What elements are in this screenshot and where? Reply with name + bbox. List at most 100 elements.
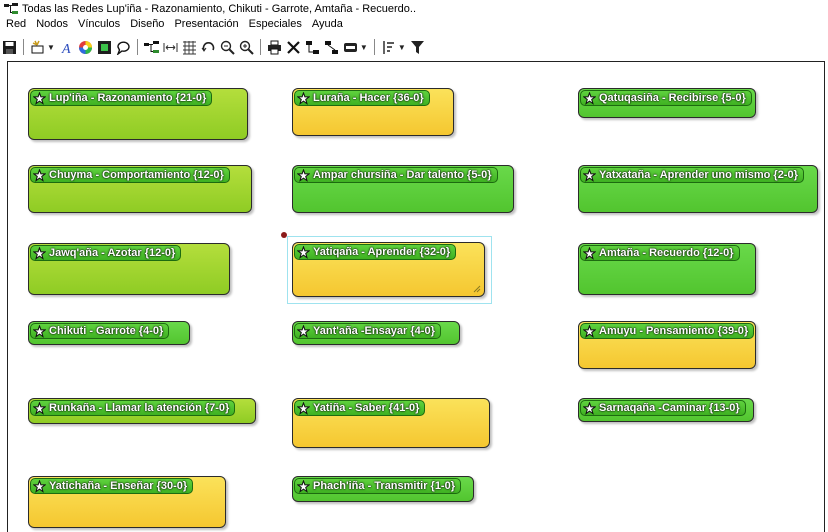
toolbar-separator xyxy=(259,39,261,55)
node-label-text: Qatuqasiña - Recibirse {5-0} xyxy=(599,92,746,104)
color-box-icon[interactable] xyxy=(96,39,113,56)
window-title: Todas las Redes Lup'iña - Razonamiento, … xyxy=(22,2,417,15)
node-label: Yant'aña -Ensayar {4-0} xyxy=(294,323,441,339)
node-star-icon xyxy=(297,324,310,338)
node-star-icon xyxy=(583,401,596,415)
node-label: Qatuqasiña - Recibirse {5-0} xyxy=(580,90,752,106)
node-label: Sarnaqaña -Caminar {13-0} xyxy=(580,400,746,416)
menu-ayuda[interactable]: Ayuda xyxy=(306,18,347,34)
node-lupina[interactable]: Lup'iña - Razonamiento {21-0} xyxy=(28,88,248,140)
print-icon[interactable] xyxy=(266,39,283,56)
node-jawqana[interactable]: Jawq'aña - Azotar {12-0} xyxy=(28,243,230,295)
menu-red[interactable]: Red xyxy=(0,18,30,34)
node-label-text: Phach'iña - Transmitir {1-0} xyxy=(313,480,455,492)
toolbar-separator xyxy=(136,39,138,55)
node-label: Chuyma - Comportamiento {12-0} xyxy=(30,167,230,183)
layout-alt-icon[interactable] xyxy=(323,39,340,56)
menu-vinculos[interactable]: Vínculos xyxy=(72,18,124,34)
node-label: Lup'iña - Razonamiento {21-0} xyxy=(30,90,213,106)
node-phachina[interactable]: Phach'iña - Transmitir {1-0} xyxy=(292,476,474,502)
node-label-text: Yant'aña -Ensayar {4-0} xyxy=(313,325,435,337)
menu-especiales[interactable]: Especiales xyxy=(243,18,306,34)
color-wheel-icon[interactable] xyxy=(77,39,94,56)
layout-icon[interactable] xyxy=(304,39,321,56)
node-sarnaqana[interactable]: Sarnaqaña -Caminar {13-0} xyxy=(578,398,754,422)
sort-icon[interactable] xyxy=(380,39,397,56)
node-label-text: Yatxataña - Aprender uno mismo {2-0} xyxy=(599,169,798,181)
node-label-text: Amtaña - Recuerdo {12-0} xyxy=(599,247,734,259)
node-label: Yatiña - Saber {41-0} xyxy=(294,400,426,416)
menu-presentacion[interactable]: Presentación xyxy=(168,18,242,34)
node-yantana[interactable]: Yant'aña -Ensayar {4-0} xyxy=(292,321,460,345)
zoom-out-icon[interactable] xyxy=(219,39,236,56)
filter-icon[interactable] xyxy=(409,39,426,56)
node-star-icon xyxy=(33,324,46,338)
font-icon[interactable]: A xyxy=(58,39,75,56)
delete-icon[interactable] xyxy=(285,39,302,56)
new-node-icon[interactable] xyxy=(29,39,46,56)
undo-icon[interactable] xyxy=(200,39,217,56)
comment-icon[interactable] xyxy=(115,39,132,56)
chevron-down-icon[interactable]: ▼ xyxy=(360,43,368,52)
node-yatina[interactable]: Yatiña - Saber {41-0} xyxy=(292,398,490,448)
node-label: Amtaña - Recuerdo {12-0} xyxy=(580,245,740,261)
fit-width-icon[interactable] xyxy=(162,39,179,56)
node-label: Yatiqaña - Aprender {32-0} xyxy=(294,244,457,260)
node-label: Yatichaña - Enseñar {30-0} xyxy=(30,478,194,494)
node-ampar-chursina[interactable]: Ampar chursiña - Dar talento {5-0} xyxy=(292,165,514,213)
node-label: Ampar chursiña - Dar talento {5-0} xyxy=(294,167,498,183)
node-star-icon xyxy=(583,324,596,338)
node-yatiqana[interactable]: Yatiqaña - Aprender {32-0} xyxy=(292,242,485,297)
node-label-text: Luraña - Hacer {36-0} xyxy=(313,92,424,104)
node-star-icon xyxy=(33,401,46,415)
node-label-text: Sarnaqaña -Caminar {13-0} xyxy=(599,402,740,414)
node-yatxatana[interactable]: Yatxataña - Aprender uno mismo {2-0} xyxy=(578,165,818,213)
menu-diseno[interactable]: Diseño xyxy=(124,18,168,34)
node-label-text: Runkaña - Llamar la atención {7-0} xyxy=(49,402,230,414)
node-label-text: Chuyma - Comportamiento {12-0} xyxy=(49,169,224,181)
node-label-text: Ampar chursiña - Dar talento {5-0} xyxy=(313,169,492,181)
node-star-icon xyxy=(583,246,596,260)
node-amuyu[interactable]: Amuyu - Pensamiento {39-0} xyxy=(578,321,756,369)
node-label: Yatxataña - Aprender uno mismo {2-0} xyxy=(580,167,804,183)
card-icon[interactable] xyxy=(342,39,359,56)
anchor-dot xyxy=(281,232,287,238)
node-label-text: Yatiña - Saber {41-0} xyxy=(313,402,420,414)
node-star-icon xyxy=(297,91,310,105)
node-amtana[interactable]: Amtaña - Recuerdo {12-0} xyxy=(578,243,756,295)
node-star-icon xyxy=(33,168,46,182)
node-chuyma[interactable]: Chuyma - Comportamiento {12-0} xyxy=(28,165,252,213)
node-yatichana[interactable]: Yatichaña - Enseñar {30-0} xyxy=(28,476,226,528)
node-label: Luraña - Hacer {36-0} xyxy=(294,90,430,106)
node-label-text: Yatiqaña - Aprender {32-0} xyxy=(313,246,451,258)
title-bar: Todas las Redes Lup'iña - Razonamiento, … xyxy=(0,0,828,17)
chevron-down-icon[interactable]: ▼ xyxy=(47,43,55,52)
network-app-icon xyxy=(4,2,18,14)
node-label: Jawq'aña - Azotar {12-0} xyxy=(30,245,182,261)
resize-grip-icon[interactable] xyxy=(473,285,481,293)
node-qatuqasina[interactable]: Qatuqasiña - Recibirse {5-0} xyxy=(578,88,756,118)
node-star-icon xyxy=(583,168,596,182)
node-star-icon xyxy=(33,91,46,105)
node-label: Phach'iña - Transmitir {1-0} xyxy=(294,478,461,494)
node-star-icon xyxy=(583,91,596,105)
node-label-text: Lup'iña - Razonamiento {21-0} xyxy=(49,92,207,104)
chevron-down-icon[interactable]: ▼ xyxy=(398,43,406,52)
node-runkana[interactable]: Runkaña - Llamar la atención {7-0} xyxy=(28,398,256,424)
node-label-text: Amuyu - Pensamiento {39-0} xyxy=(599,325,749,337)
network-canvas[interactable]: Lup'iña - Razonamiento {21-0} Luraña - H… xyxy=(7,61,825,532)
grid-icon[interactable] xyxy=(181,39,198,56)
toolbar: ▼ A ▼ ▼ xyxy=(0,36,828,58)
save-icon[interactable] xyxy=(1,39,18,56)
menu-bar: Red Nodos Vínculos Diseño Presentación E… xyxy=(0,18,347,34)
node-label: Amuyu - Pensamiento {39-0} xyxy=(580,323,755,339)
node-label: Runkaña - Llamar la atención {7-0} xyxy=(30,400,236,416)
toolbar-separator xyxy=(23,39,24,55)
svg-text:A: A xyxy=(61,42,71,55)
node-star-icon xyxy=(297,479,310,493)
menu-nodos[interactable]: Nodos xyxy=(30,18,72,34)
network-icon[interactable] xyxy=(143,39,160,56)
node-lurana[interactable]: Luraña - Hacer {36-0} xyxy=(292,88,454,136)
zoom-in-icon[interactable] xyxy=(238,39,255,56)
node-chikuti[interactable]: Chikuti - Garrote {4-0} xyxy=(28,321,190,345)
